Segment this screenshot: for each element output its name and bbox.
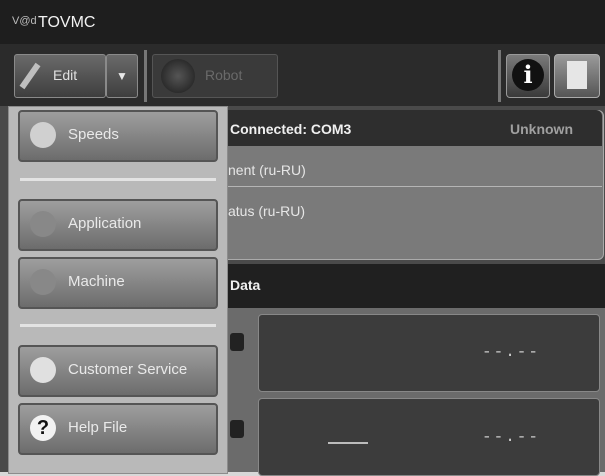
connection-status: Unknown <box>510 121 573 137</box>
data-header <box>222 264 605 308</box>
menu-item-label: Customer Service <box>68 361 188 378</box>
speeds-icon <box>30 122 56 148</box>
menu-separator <box>20 324 216 327</box>
connection-line-1: nent (ru-RU) <box>228 162 306 178</box>
edit-label: Edit <box>53 67 78 83</box>
data-value-2: --.-- <box>482 428 541 446</box>
menu-item-machine[interactable]: Machine <box>18 257 218 309</box>
menu-item-application[interactable]: Application <box>18 199 218 251</box>
robot-button[interactable]: Robot <box>152 54 278 98</box>
menu-item-label: Speeds <box>68 126 119 143</box>
connection-line-2: atus (ru-RU) <box>228 203 306 219</box>
connection-title: Connected: COM3 <box>230 121 352 137</box>
data-cell-1[interactable] <box>258 314 600 392</box>
toolbar-separator <box>144 50 147 102</box>
menu-item-label: Application <box>68 215 142 232</box>
document-button[interactable] <box>554 54 600 98</box>
lock-icon <box>230 333 244 351</box>
machine-icon <box>30 269 56 295</box>
menu-item-label: Machine <box>68 273 125 290</box>
customer-service-icon <box>30 357 56 383</box>
menu-item-customer-service[interactable]: Customer Service <box>18 345 218 397</box>
data-title: Data <box>230 277 261 293</box>
data-underline <box>328 442 368 444</box>
menu-separator <box>20 178 216 181</box>
edit-dropdown-button[interactable]: ▼ <box>106 54 138 98</box>
menu-item-speeds[interactable]: Speeds <box>18 110 218 162</box>
application-icon <box>30 211 56 237</box>
robot-icon <box>161 59 195 93</box>
app-title: TOVMC <box>38 14 96 31</box>
pencil-icon <box>19 62 41 90</box>
connection-divider <box>222 186 602 187</box>
info-button[interactable]: i <box>506 54 550 98</box>
app-logo-icon: V@d <box>12 15 37 27</box>
data-cell-2[interactable] <box>258 398 600 476</box>
info-icon: i <box>512 59 544 91</box>
lock-icon <box>230 420 244 438</box>
edit-button[interactable]: Edit <box>14 54 106 98</box>
data-value-1: --.-- <box>482 343 541 361</box>
help-icon: ? <box>30 415 56 441</box>
robot-label: Robot <box>205 67 243 83</box>
toolbar-separator-right <box>498 50 501 102</box>
menu-item-label: Help File <box>68 419 128 436</box>
document-icon <box>567 61 587 89</box>
menu-item-help-file[interactable]: ? Help File <box>18 403 218 455</box>
